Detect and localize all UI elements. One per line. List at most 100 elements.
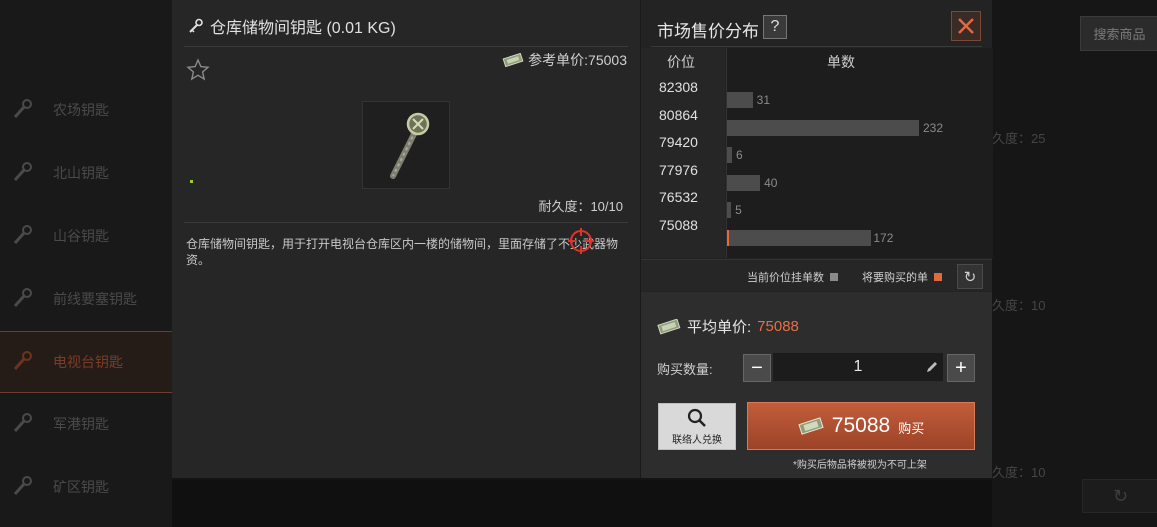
count-column-header: 单数: [827, 54, 855, 70]
chart-area: [726, 48, 993, 258]
key-icon: [13, 413, 32, 433]
increase-quantity-button[interactable]: +: [947, 354, 975, 382]
item-image: [362, 101, 450, 189]
price-column-header: 价位: [667, 54, 695, 70]
refresh-button[interactable]: ↻: [957, 264, 983, 289]
item-detail-panel: 仓库储物间钥匙 (0.01 KG) 参考单价:75003 耐久度：10/10 仓…: [172, 0, 641, 478]
average-price-label: 平均单价:: [687, 319, 752, 336]
count-bar-label: 232: [923, 120, 944, 135]
bottom-strip: [172, 480, 992, 527]
list-item-label: 北山钥匙: [53, 165, 109, 181]
key-category-list: 农场钥匙 北山钥匙 山谷钥匙 前线要塞钥匙 电视台钥匙 军港钥匙 矿区钥匙: [0, 0, 172, 527]
reference-price: 参考单价:75003: [502, 50, 627, 70]
key-item-icon: [390, 112, 430, 179]
count-bar-label: 40: [764, 175, 778, 190]
item-title-text: 仓库储物间钥匙 (0.01 KG): [210, 20, 396, 37]
market-title: 市场售价分布: [657, 22, 759, 41]
buy-button[interactable]: 75088 购买: [747, 402, 975, 450]
list-item[interactable]: 前线要塞钥匙: [0, 269, 172, 329]
count-bar: [727, 230, 872, 246]
legend-swatch-gray: [830, 273, 838, 281]
list-item-label: 农场钥匙: [53, 102, 109, 118]
help-button[interactable]: ?: [763, 15, 787, 39]
quantity-label: 购买数量:: [657, 362, 713, 377]
count-bar: [727, 119, 919, 136]
purchase-note: *购买后物品将被视为不可上架: [793, 460, 927, 471]
list-item[interactable]: 山谷钥匙: [0, 206, 172, 266]
close-button[interactable]: [951, 11, 981, 41]
count-bar: [727, 174, 761, 191]
list-item-label: 前线要塞钥匙: [53, 291, 137, 307]
item-title: 仓库储物间钥匙 (0.01 KG): [188, 14, 396, 38]
key-icon: [13, 99, 32, 119]
legend-buy-label: 将要购买的单: [862, 272, 928, 284]
chart-legend: 当前价位挂单数 将要购买的单 ↻: [641, 259, 992, 291]
minus-icon: −: [751, 356, 763, 379]
background-durability: 久度：10: [992, 465, 1046, 480]
average-price: 平均单价: 75088: [657, 316, 799, 337]
key-icon: [13, 288, 32, 308]
background-right-panel: [992, 0, 1157, 527]
legend-current-label: 当前价位挂单数: [747, 272, 824, 284]
list-item[interactable]: 军港钥匙: [0, 394, 172, 454]
pencil-icon[interactable]: [925, 360, 939, 374]
list-item[interactable]: 农场钥匙: [0, 80, 172, 140]
market-panel: 市场售价分布 ? 价位 单数 82308 31 80864 232 79420 6 7797…: [641, 0, 993, 478]
reference-price-text: 参考单价:75003: [528, 52, 627, 68]
divider: [184, 222, 628, 223]
cash-icon: [657, 318, 681, 335]
search-goods-button[interactable]: 搜索商品: [1080, 16, 1157, 51]
price-tick-label: 77976: [659, 161, 698, 178]
list-item-label: 矿区钥匙: [53, 479, 109, 495]
key-icon: [13, 225, 32, 245]
favorite-star-icon[interactable]: [186, 58, 210, 82]
background-refresh-button[interactable]: ↻: [1082, 479, 1157, 513]
status-dot: [190, 180, 193, 183]
quantity-input[interactable]: 1: [773, 353, 943, 381]
search-icon: [687, 408, 706, 427]
decrease-quantity-button[interactable]: −: [743, 354, 771, 382]
list-item[interactable]: 矿区钥匙: [0, 457, 172, 517]
count-bar: [727, 202, 732, 219]
divider: [651, 46, 982, 47]
count-bar: [727, 147, 732, 164]
count-bar-label: 5: [735, 203, 742, 218]
legend-current: 当前价位挂单数: [747, 269, 838, 285]
buy-price: 75088: [831, 414, 891, 437]
key-icon: [189, 18, 203, 33]
price-tick-label: 76532: [659, 189, 698, 206]
cash-icon: [798, 417, 824, 435]
key-icon: [13, 476, 32, 496]
divider: [184, 46, 628, 47]
close-icon: [958, 18, 974, 34]
legend-swatch-orange: [934, 273, 942, 281]
price-tick-label: 82308: [659, 79, 698, 95]
refresh-icon: ↻: [963, 268, 977, 286]
purchase-panel: 平均单价: 75088 购买数量: − 1 + 联络人兑换 75088 购买 *…: [641, 292, 992, 478]
refresh-icon: ↻: [1112, 485, 1129, 506]
list-item[interactable]: 北山钥匙: [0, 143, 172, 203]
list-item-active[interactable]: 电视台钥匙: [0, 331, 172, 393]
key-icon: [13, 351, 32, 371]
list-item-label: 军港钥匙: [53, 416, 109, 432]
background-durability: 久度：25: [992, 131, 1046, 146]
contact-exchange-button[interactable]: 联络人兑换: [658, 403, 736, 450]
count-bar-label: 172: [873, 231, 894, 245]
price-tick-label: 80864: [659, 106, 698, 123]
list-item-label: 电视台钥匙: [53, 354, 123, 370]
count-bar-label: 6: [735, 148, 743, 163]
durability-text: 耐久度：10/10: [538, 199, 623, 214]
background-durability: 久度：10: [992, 298, 1046, 313]
contact-exchange-label: 联络人兑换: [672, 434, 722, 446]
legend-buy: 将要购买的单: [862, 269, 942, 285]
price-tick-label: 75088: [659, 217, 698, 233]
item-description: 仓库储物间钥匙，用于打开电视台仓库区内一楼的储物间，里面存储了不少武器物资。: [186, 237, 619, 267]
list-item-label: 山谷钥匙: [53, 228, 109, 244]
buy-label: 购买: [898, 421, 925, 436]
price-tick-label: 79420: [659, 134, 698, 151]
plus-icon: +: [955, 356, 967, 379]
average-price-value: 75088: [757, 318, 799, 335]
count-bar-label: 31: [756, 93, 770, 107]
cash-icon: [502, 53, 524, 67]
count-bar: [727, 92, 753, 108]
